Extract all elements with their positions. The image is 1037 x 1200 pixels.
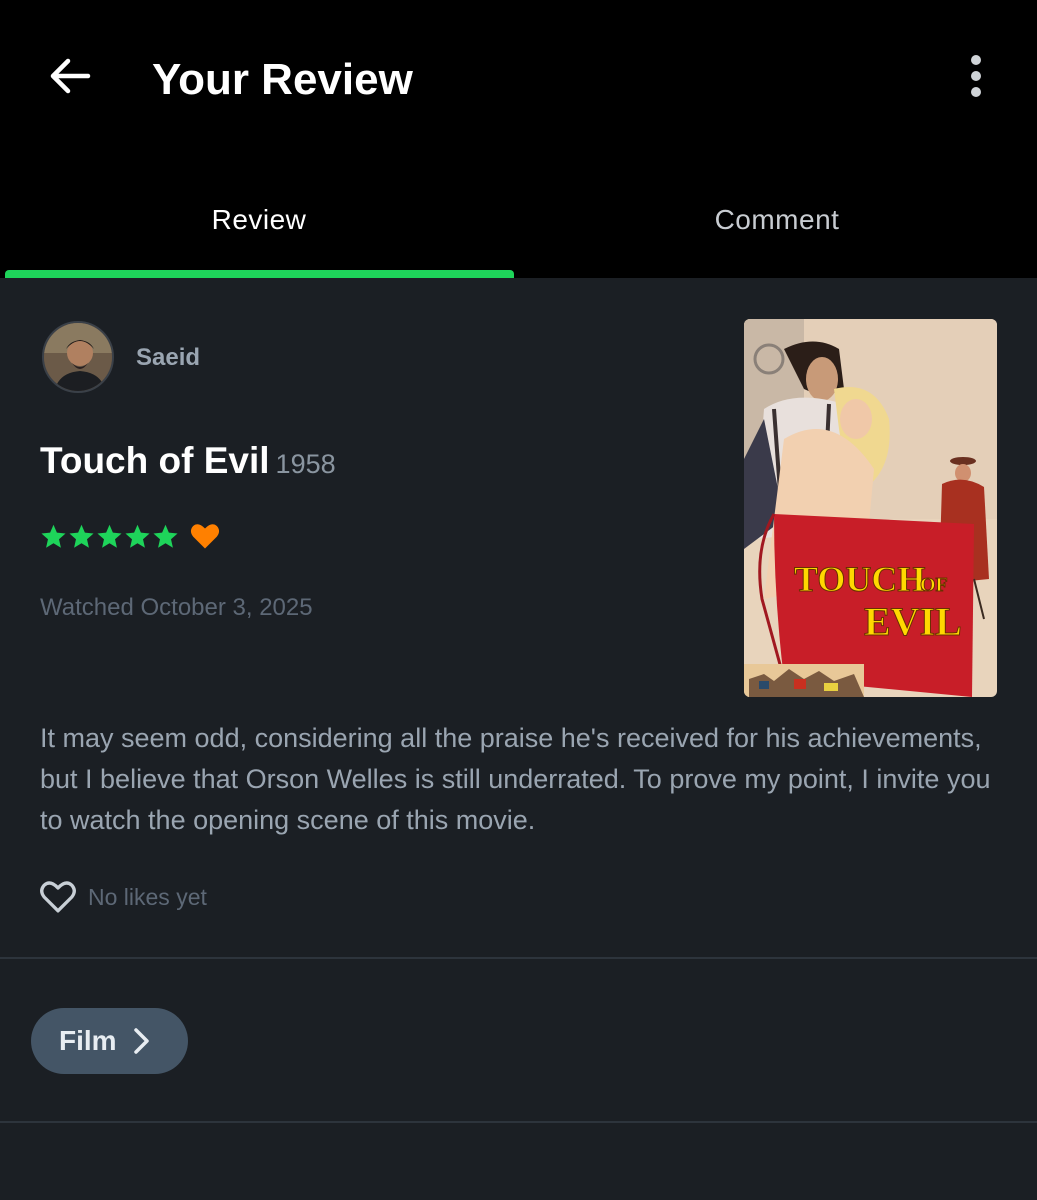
arrow-left-icon <box>50 58 91 94</box>
likes-count-text: No likes yet <box>88 883 207 910</box>
review-body: It may seem odd, considering all the pra… <box>40 723 991 835</box>
film-year: 1958 <box>275 449 336 479</box>
star-icon <box>125 524 150 548</box>
film-title-row: Touch of Evil 1958 <box>40 440 336 482</box>
active-tab-indicator <box>5 270 514 278</box>
heart-filled-icon <box>190 524 220 549</box>
avatar[interactable] <box>42 321 114 393</box>
tab-bar: Review Comment <box>0 160 1037 278</box>
poster-title-line1: TOUCH <box>794 559 925 599</box>
star-icon <box>97 524 122 548</box>
film-button-label: Film <box>59 1025 117 1056</box>
star-icon <box>153 524 178 548</box>
review-screen: Your Review Review Comment Saeid Touch o… <box>0 0 1037 1200</box>
star-rating <box>40 522 220 550</box>
poster-title-line2: EVIL <box>864 599 962 644</box>
divider <box>0 1121 1037 1123</box>
star-icon <box>41 524 66 548</box>
likes-row: No likes yet <box>40 880 207 914</box>
poster-image: TOUCH OF EVIL <box>744 319 997 697</box>
tab-comment[interactable]: Comment <box>518 160 1036 278</box>
divider <box>0 957 1037 959</box>
star-icon <box>69 524 94 548</box>
back-button[interactable] <box>40 50 100 102</box>
more-options-button[interactable] <box>950 50 1002 102</box>
poster-title-of: OF <box>920 574 948 596</box>
avatar-image <box>44 323 112 391</box>
film-button[interactable]: Film <box>31 1008 188 1074</box>
tab-comment-label: Comment <box>714 204 840 235</box>
app-bar: Your Review <box>0 0 1037 160</box>
watched-date: Watched October 3, 2025 <box>40 594 313 621</box>
chevron-right-icon <box>133 1028 149 1054</box>
username[interactable]: Saeid <box>136 344 200 372</box>
tab-review-label: Review <box>211 204 307 235</box>
more-vertical-icon <box>971 55 981 97</box>
film-poster[interactable]: TOUCH OF EVIL <box>744 319 997 697</box>
page-title: Your Review <box>152 55 413 104</box>
heart-outline-icon[interactable] <box>40 880 76 914</box>
film-title[interactable]: Touch of Evil <box>40 440 270 481</box>
tab-review[interactable]: Review <box>0 160 518 278</box>
